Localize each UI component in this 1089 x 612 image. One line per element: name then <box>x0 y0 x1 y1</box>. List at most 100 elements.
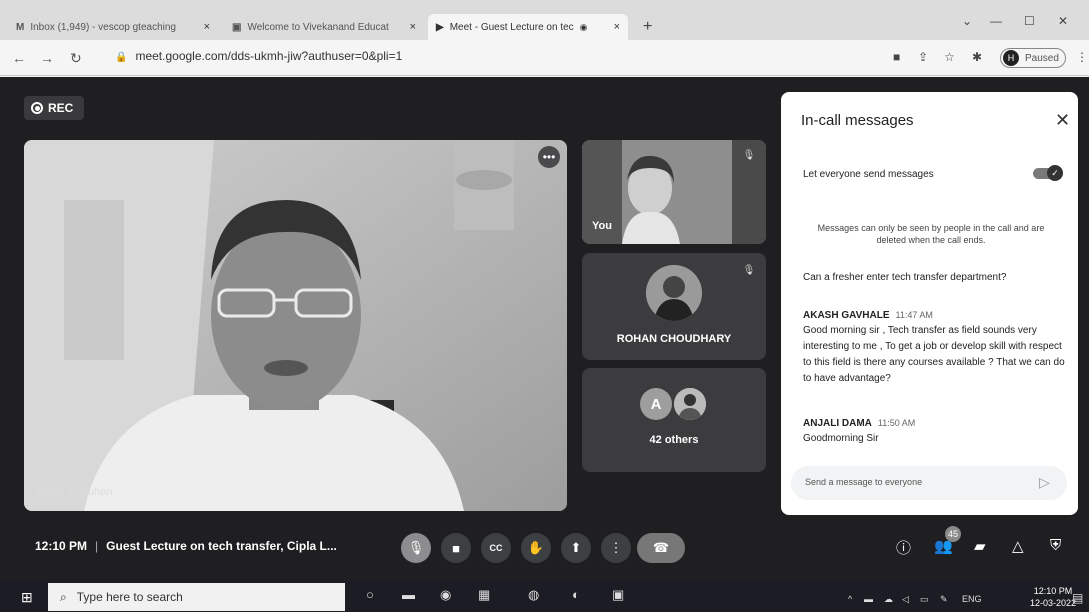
chat-icon[interactable]: ▰ <box>974 537 986 555</box>
lock-icon: 🔒 <box>115 52 128 63</box>
toggle-label: Let everyone send messages <box>803 169 934 180</box>
mic-toggle-button[interactable]: 🎙 <box>401 533 431 563</box>
speaker-name-label: Jitesh Chauhan <box>36 486 113 498</box>
activities-icon[interactable]: △ <box>1012 537 1024 555</box>
present-screen-button[interactable]: ⬆ <box>561 533 591 563</box>
display-icon[interactable]: ▭ <box>920 594 929 605</box>
participant-tile-rohan[interactable]: ROHAN CHOUDHARY 🎙 <box>582 253 766 360</box>
windows-start-icon[interactable]: ⊞ <box>21 589 33 606</box>
present-icon: ⬆ <box>570 540 582 555</box>
tab-search-icon[interactable]: ⌄ <box>962 14 972 28</box>
message-input[interactable]: Send a message to everyone ▷ <box>791 466 1067 500</box>
url-field[interactable]: 🔒 meet.google.com/dds-ukmh-jiw?authuser=0… <box>115 49 402 63</box>
recording-badge: REC <box>24 96 84 120</box>
close-tab-icon[interactable]: × <box>410 21 416 33</box>
message-time: 11:47 AM <box>895 310 933 320</box>
others-avatar-initial: A <box>640 388 672 420</box>
mic-off-icon: 🎙 <box>742 149 756 161</box>
browser-tab-bar: M Inbox (1,949) - vescop gteaching × ▣ W… <box>0 0 1089 40</box>
profile-avatar: H <box>1003 50 1019 66</box>
close-tab-icon[interactable]: × <box>614 21 620 33</box>
search-icon: ⌕ <box>60 589 67 604</box>
chrome-icon[interactable]: ◉ <box>440 587 451 603</box>
tab-title: Welcome to Vivekanand Educat <box>247 21 389 33</box>
host-controls-icon[interactable]: ⛨ <box>1050 537 1061 554</box>
profile-button[interactable]: H Paused <box>1000 48 1066 68</box>
volume-icon[interactable]: ◁ <box>902 594 909 605</box>
more-vert-icon: ⋮ <box>609 540 623 555</box>
in-call-messages-panel: In-call messages ✕ Let everyone send mes… <box>781 92 1078 515</box>
file-explorer-icon[interactable]: ▬ <box>402 587 415 602</box>
tab-gmail[interactable]: M Inbox (1,949) - vescop gteaching × <box>8 14 218 40</box>
clock-date: 12-03-2022 <box>1030 598 1077 608</box>
address-bar-row: ← → ↻ 🔒 meet.google.com/dds-ukmh-jiw?auth… <box>0 40 1089 76</box>
task-view-icon[interactable]: ○ <box>366 587 374 602</box>
edge-icon[interactable]: ◐ <box>572 587 580 602</box>
record-icon <box>31 102 43 114</box>
forward-icon[interactable]: → <box>40 50 54 66</box>
close-tab-icon[interactable]: × <box>204 21 210 33</box>
share-icon[interactable]: ⇪ <box>918 50 928 64</box>
panel-title: In-call messages <box>801 112 914 129</box>
tab-vivekanand[interactable]: ▣ Welcome to Vivekanand Educat × <box>224 14 424 40</box>
checkmark-icon: ✓ <box>1047 165 1063 181</box>
back-icon[interactable]: ← <box>12 50 26 66</box>
hand-icon: ✋ <box>527 540 545 555</box>
maximize-icon[interactable]: ☐ <box>1024 14 1035 28</box>
excel-icon[interactable]: ▦ <box>478 587 490 603</box>
network-icon[interactable]: ▬ <box>864 594 873 604</box>
notification-icon[interactable]: ▤ <box>1072 591 1083 605</box>
app-icon[interactable]: ◍ <box>528 587 539 603</box>
meeting-info: 12:10 PM | Guest Lecture on tech transfer,… <box>35 539 337 553</box>
more-icon: ••• <box>542 150 556 164</box>
participant-name: ROHAN CHOUDHARY <box>616 333 732 345</box>
taskbar-clock[interactable]: 12:10 PM 12-03-2022 <box>1030 585 1076 609</box>
others-avatar-photo <box>674 388 706 420</box>
people-icon[interactable]: 👥 <box>934 537 953 555</box>
close-window-icon[interactable]: ✕ <box>1058 14 1068 28</box>
more-options-button[interactable]: ••• <box>538 146 560 168</box>
speaker-video-frame <box>24 140 567 511</box>
send-icon[interactable]: ▷ <box>1039 474 1050 491</box>
pinned-app-icon[interactable]: ▣ <box>612 587 624 603</box>
language-indicator[interactable]: ENG <box>962 594 982 604</box>
message-text: Good morning sir , Tech transfer as fiel… <box>803 325 1065 384</box>
tab-title: Meet - Guest Lecture on tec <box>449 21 574 33</box>
taskbar-search-box[interactable]: ⌕ Type here to search <box>48 583 345 611</box>
meeting-time: 12:10 PM <box>35 539 88 553</box>
new-tab-button[interactable]: + <box>643 18 652 36</box>
let-everyone-send-toggle[interactable]: ✓ <box>1033 165 1063 181</box>
more-options-button[interactable]: ⋮ <box>601 533 631 563</box>
meeting-title: Guest Lecture on tech transfer, Cipla L.… <box>106 539 337 553</box>
main-speaker-video[interactable]: Jitesh Chauhan <box>24 140 567 511</box>
reload-icon[interactable]: ↻ <box>70 50 82 67</box>
tray-overflow-icon[interactable]: ^ <box>848 594 852 604</box>
leave-call-button[interactable]: ☎ <box>637 533 685 563</box>
extensions-icon[interactable]: ✱ <box>972 50 982 64</box>
captions-button[interactable]: CC <box>481 533 511 563</box>
mic-off-icon: 🎙 <box>742 264 756 276</box>
message-text: Goodmorning Sir <box>803 433 879 444</box>
browser-menu-icon[interactable]: ⋮ <box>1076 50 1088 64</box>
tab-meet[interactable]: ▶ Meet - Guest Lecture on tec ◉ × <box>428 14 628 40</box>
others-tile[interactable]: A 42 others <box>582 368 766 472</box>
close-icon[interactable]: ✕ <box>1055 110 1070 131</box>
message-author: ANJALI DAMA 11:50 AM <box>803 418 915 429</box>
message-author: AKASH GAVHALE 11:47 AM <box>803 310 933 321</box>
clock-time: 12:10 PM <box>1033 586 1073 596</box>
raise-hand-button[interactable]: ✋ <box>521 533 551 563</box>
cloud-icon[interactable]: ☁ <box>884 594 893 605</box>
participant-avatar <box>646 265 702 321</box>
mic-off-icon: 🎙 <box>407 540 425 555</box>
camera-toggle-button[interactable]: ■ <box>441 533 471 563</box>
minimize-icon[interactable]: — <box>990 14 1002 28</box>
pen-icon[interactable]: ✎ <box>940 594 948 605</box>
self-label: You <box>592 220 612 232</box>
bookmark-star-icon[interactable]: ☆ <box>944 50 955 64</box>
avatar-photo <box>674 388 706 420</box>
message-text: Can a fresher enter tech transfer depart… <box>803 272 1007 283</box>
self-video-tile[interactable]: You 🎙 <box>582 140 766 244</box>
others-count-label: 42 others <box>649 434 699 446</box>
camera-icon[interactable]: ■ <box>893 50 900 64</box>
meeting-details-icon[interactable]: ⓘ <box>896 537 911 558</box>
